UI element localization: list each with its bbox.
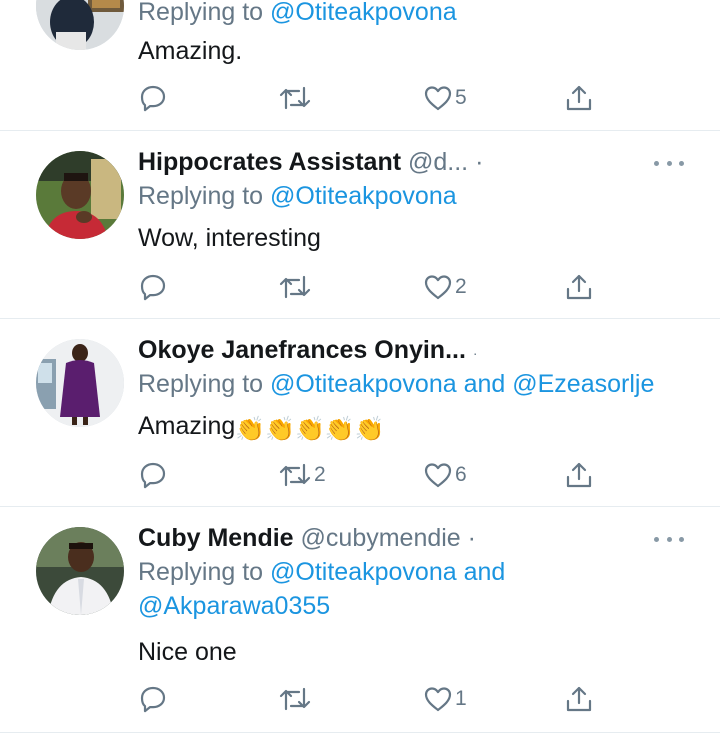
tweet-item[interactable]: Cuby Mendie @cubymendie · Replying to @O… <box>0 507 720 732</box>
reply-button[interactable] <box>138 683 170 715</box>
mention-and: and <box>456 370 513 398</box>
share-button[interactable] <box>564 683 594 715</box>
like-button[interactable]: 5 <box>423 82 467 114</box>
tweet-item[interactable]: Replying to @Otiteakpovona Amazing. 5 <box>0 0 720 130</box>
separator-dot: · <box>475 148 484 176</box>
tweet-header: Okoye Janefrances Onyin... · <box>138 333 690 367</box>
reply-thread: Replying to @Otiteakpovona Amazing. 5 Hi… <box>0 0 720 740</box>
replying-to-line-2: @Akparawa0355 <box>138 589 690 623</box>
user-handle[interactable]: @cubymendie <box>301 524 461 552</box>
tweet-item[interactable]: Hippocrates Assistant @d... · Replying t… <box>0 131 720 318</box>
avatar[interactable] <box>36 527 124 615</box>
retweet-button[interactable] <box>278 271 314 303</box>
tweet-text: Nice one <box>138 638 237 666</box>
tweet-text-body: Amazing <box>138 412 236 440</box>
like-count: 2 <box>455 275 467 298</box>
separator-dot: · <box>472 345 478 361</box>
replying-to-line: Replying to @Otiteakpovona <box>138 0 690 29</box>
heart-icon <box>424 86 452 111</box>
like-button[interactable]: 2 <box>423 271 467 303</box>
tweet-actions: 2 <box>138 271 608 303</box>
avatar[interactable] <box>36 151 124 239</box>
replying-to-label: Replying to <box>138 370 271 398</box>
retweet-icon <box>279 687 311 711</box>
display-name[interactable]: Hippocrates Assistant <box>138 148 401 176</box>
tweet-actions: 2 6 <box>138 459 608 491</box>
share-button[interactable] <box>564 459 594 491</box>
retweet-icon <box>279 463 311 487</box>
replying-to-label: Replying to <box>138 182 271 210</box>
mention-link[interactable]: @Otiteakpovona <box>270 558 457 586</box>
retweet-icon <box>279 86 311 110</box>
divider <box>0 732 720 733</box>
reply-icon <box>140 85 166 112</box>
like-count: 1 <box>455 687 467 710</box>
retweet-icon <box>279 275 311 299</box>
like-count: 6 <box>455 463 467 486</box>
tweet-actions: 5 <box>138 82 608 114</box>
mention-link[interactable]: @Akparawa0355 <box>138 592 330 620</box>
more-options-button[interactable] <box>654 153 684 173</box>
retweet-button[interactable]: 2 <box>278 459 326 491</box>
tweet-text: Wow, interesting <box>138 224 321 252</box>
mention-and: and <box>456 558 506 586</box>
replying-to-line: Replying to @Otiteakpovona and <box>138 555 690 589</box>
display-name[interactable]: Cuby Mendie <box>138 524 294 552</box>
reply-button[interactable] <box>138 271 170 303</box>
replying-to-label: Replying to <box>138 0 271 26</box>
more-options-button[interactable] <box>654 529 684 549</box>
mention-link[interactable]: @Otiteakpovona <box>270 182 457 210</box>
reply-icon <box>140 462 166 489</box>
tweet-header: Cuby Mendie @cubymendie · <box>138 521 690 555</box>
reply-button[interactable] <box>138 82 170 114</box>
replying-to-line: Replying to @Otiteakpovona and @Ezeasorl… <box>138 367 690 401</box>
tweet-text: Amazing👏👏👏👏👏 <box>138 409 690 444</box>
avatar[interactable] <box>36 339 124 427</box>
reply-icon <box>140 274 166 301</box>
like-button[interactable]: 6 <box>423 459 467 491</box>
mention-link[interactable]: @Ezeasorlje <box>512 370 654 398</box>
share-icon <box>566 462 592 488</box>
share-button[interactable] <box>564 271 594 303</box>
tweet-text: Amazing. <box>138 37 243 65</box>
retweet-button[interactable] <box>278 683 314 715</box>
reply-icon <box>140 686 166 713</box>
separator-dot: · <box>467 524 476 552</box>
more-icon <box>654 536 659 542</box>
heart-icon <box>424 275 452 300</box>
clapping-hands-emoji: 👏👏👏👏👏 <box>235 416 385 443</box>
like-button[interactable]: 1 <box>423 683 467 715</box>
tweet-item[interactable]: Okoye Janefrances Onyin... · Replying to… <box>0 319 720 506</box>
share-icon <box>566 686 592 712</box>
replying-to-label: Replying to <box>138 558 271 586</box>
retweet-count: 2 <box>314 463 326 486</box>
heart-icon <box>424 463 452 488</box>
tweet-header: Hippocrates Assistant @d... · <box>138 145 690 179</box>
more-icon <box>654 160 659 166</box>
reply-button[interactable] <box>138 459 170 491</box>
share-icon <box>566 85 592 111</box>
retweet-button[interactable] <box>278 82 314 114</box>
share-button[interactable] <box>564 82 594 114</box>
mention-link[interactable]: @Otiteakpovona <box>270 370 457 398</box>
mention-link[interactable]: @Otiteakpovona <box>270 0 457 26</box>
user-handle[interactable]: @d... <box>408 148 468 176</box>
display-name[interactable]: Okoye Janefrances Onyin... <box>138 336 466 364</box>
share-icon <box>566 274 592 300</box>
tweet-actions: 1 <box>138 683 608 715</box>
replying-to-line: Replying to @Otiteakpovona <box>138 179 690 213</box>
like-count: 5 <box>455 86 467 109</box>
heart-icon <box>424 687 452 712</box>
avatar[interactable] <box>36 0 124 50</box>
